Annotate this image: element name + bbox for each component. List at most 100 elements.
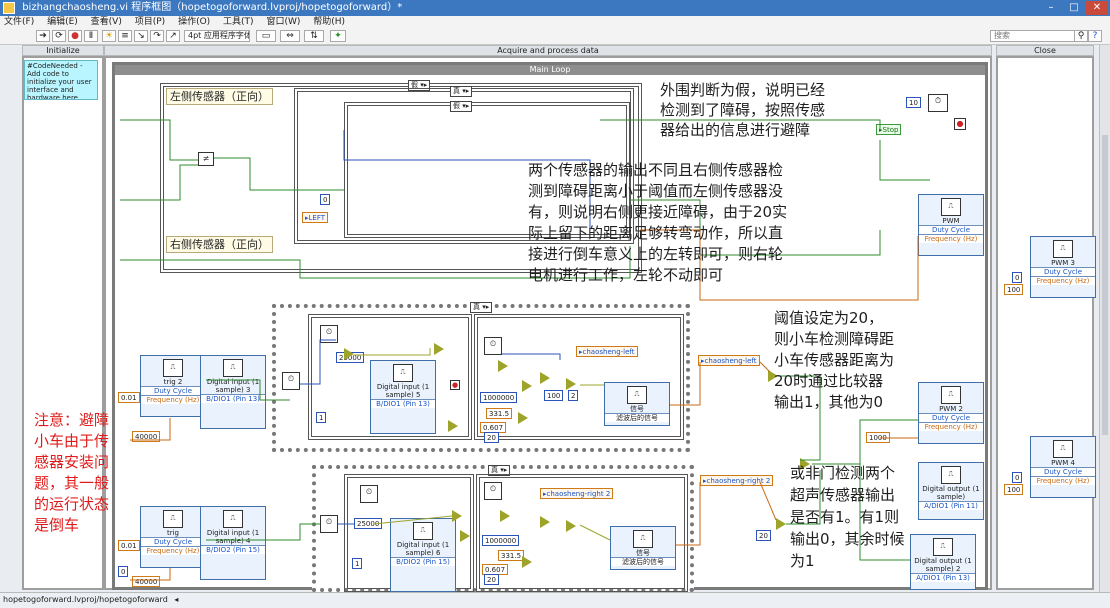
minimize-button[interactable]: – <box>1040 1 1062 15</box>
pause-icon[interactable]: Ⅱ <box>84 30 98 42</box>
chaosheng-left-local-2[interactable]: ▸chaosheng-left <box>698 355 760 366</box>
trig-express-vi[interactable]: ⎍ trig Duty Cycle Frequency (Hz) <box>140 506 206 568</box>
digital-output-2-icon: ⎍ <box>933 538 953 556</box>
digital-input-6-express-vi[interactable]: ⎍ Digital input (1 sample) 6 B/DIO2 (Pin… <box>390 518 456 592</box>
step-out-icon[interactable]: ↗ <box>166 30 180 42</box>
constant-pwm3-zero[interactable]: 0 <box>1012 272 1023 283</box>
cleanup-diagram-icon[interactable]: ✦ <box>330 30 346 42</box>
constant-100[interactable]: 100 <box>544 390 564 401</box>
filter-express-vi-1[interactable]: ⎍ 信号 滤波后的信号 <box>604 382 670 426</box>
constant-25000-b[interactable]: 25000 <box>354 518 383 529</box>
menu-window[interactable]: 窗口(W) <box>266 17 300 27</box>
menu-operate[interactable]: 操作(O) <box>178 17 210 27</box>
constant-pwm4-zero[interactable]: 0 <box>1012 472 1023 483</box>
constant-zero-left[interactable]: 0 <box>320 194 331 205</box>
close-window-button[interactable]: ✕ <box>1086 1 1108 15</box>
window-title: bizhangchaosheng.vi 程序框图（hopetogoforward… <box>22 2 403 13</box>
font-select[interactable]: 4pt 应用程序字体 <box>184 30 250 42</box>
constant-2[interactable]: 2 <box>568 390 579 401</box>
pwm3-duty-cycle: Duty Cycle <box>1031 267 1095 276</box>
digital-output-express-vi[interactable]: ⎍ Digital output (1 sample) A/DIO1 (Pin … <box>918 462 984 520</box>
filter-express-vi-2[interactable]: ⎍ 信号 滤波后的信号 <box>610 526 676 570</box>
constant-20-a[interactable]: 20 <box>484 432 499 443</box>
status-scroll-left-icon[interactable]: ◂ <box>174 595 178 604</box>
constant-40000-a[interactable]: 40000 <box>132 431 161 442</box>
digital-input-3-pin: B/DIO1 (Pin 13) <box>201 394 265 403</box>
step-into-icon[interactable]: ↘ <box>134 30 148 42</box>
pwm3-express-vi[interactable]: ⎍ PWM 3 Duty Cycle Frequency (Hz) <box>1030 236 1096 298</box>
compare-node-a <box>344 348 354 360</box>
pwm-icon: ⎍ <box>941 198 961 216</box>
chaosheng-right-local[interactable]: ▸chaosheng-right 2 <box>540 488 614 499</box>
case-selector-true[interactable]: 真 ▾▸ <box>450 86 473 97</box>
abort-icon[interactable]: ● <box>68 30 82 42</box>
help-icon[interactable]: ? <box>1088 30 1102 42</box>
digital-input-3-express-vi[interactable]: ⎍ Digital input (1 sample) 3 B/DIO1 (Pin… <box>200 355 266 429</box>
annotation-threshold-line-4: 20时通过比较器 <box>774 372 884 390</box>
menu-project[interactable]: 项目(P) <box>135 17 165 27</box>
stop-local-variable[interactable]: ▸Stop <box>876 124 902 135</box>
constant-001-a[interactable]: 0.01 <box>118 392 140 403</box>
digital-input-3-title: Digital input (1 sample) 3 <box>206 378 260 394</box>
trig2-express-vi[interactable]: ⎍ trig 2 Duty Cycle Frequency (Hz) <box>140 355 206 417</box>
run-arrow-icon[interactable]: ➔ <box>36 30 50 42</box>
constant-zero-seq[interactable]: 0 <box>118 566 129 577</box>
align-objects-icon[interactable]: ▭ <box>256 30 276 42</box>
constant-20-b[interactable]: 20 <box>484 574 499 585</box>
pwm-express-vi[interactable]: ⎍ PWM Duty Cycle Frequency (Hz) <box>918 194 984 256</box>
pwm4-icon: ⎍ <box>1053 440 1073 458</box>
maximize-button[interactable]: □ <box>1063 1 1085 15</box>
menu-help[interactable]: 帮助(H) <box>313 17 345 27</box>
trig2-icon: ⎍ <box>163 359 183 377</box>
menu-tools[interactable]: 工具(T) <box>223 17 254 27</box>
constant-1000000-a[interactable]: 1000000 <box>480 392 518 403</box>
pwm2-express-vi[interactable]: ⎍ PWM 2 Duty Cycle Frequency (Hz) <box>918 382 984 444</box>
trig-duty-cycle: Duty Cycle <box>141 537 205 546</box>
constant-001-b[interactable]: 0.01 <box>118 540 140 551</box>
search-icon[interactable]: ⚲ <box>1074 30 1088 42</box>
retain-wire-values-icon[interactable]: ≡ <box>118 30 132 42</box>
left-local-variable[interactable]: ▸LEFT <box>302 212 329 223</box>
constant-ten[interactable]: 10 <box>906 97 921 108</box>
stop-local-variable-label: Stop <box>882 126 899 134</box>
constant-1-a[interactable]: 1 <box>316 412 327 423</box>
constant-1000[interactable]: 1000 <box>866 432 890 443</box>
menu-file[interactable]: 文件(F) <box>4 17 34 27</box>
annotation-outer-false: 外围判断为假，说明已经 检测到了障碍，按照传感 器给出的信息进行避障 <box>660 80 825 140</box>
divide-node-a <box>540 372 550 384</box>
digital-input-4-pin: B/DIO2 (Pin 15) <box>201 545 265 554</box>
chaosheng-left-local[interactable]: ▸chaosheng-left <box>576 346 638 357</box>
step-over-icon[interactable]: ↷ <box>150 30 164 42</box>
reorder-icon[interactable]: ⇅ <box>304 30 324 42</box>
distribute-objects-icon[interactable]: ⇔ <box>280 30 300 42</box>
left-local-variable-label: LEFT <box>308 214 326 222</box>
chaosheng-right-local-2[interactable]: ▸chaosheng-right 2 <box>700 475 774 486</box>
annotation-note-red-line-1: 注意：避障 <box>34 411 110 429</box>
menu-view[interactable]: 查看(V) <box>91 17 122 27</box>
highlight-execution-icon[interactable]: ☀ <box>102 30 116 42</box>
constant-3315-b[interactable]: 331.5 <box>498 550 525 561</box>
run-continuously-icon[interactable]: ⟳ <box>52 30 66 42</box>
multiply-node-d <box>500 510 510 522</box>
digital-input-4-express-vi[interactable]: ⎍ Digital input (1 sample) 4 B/DIO2 (Pin… <box>200 506 266 580</box>
constant-40000-b[interactable]: 40000 <box>132 576 161 587</box>
pwm4-express-vi[interactable]: ⎍ PWM 4 Duty Cycle Frequency (Hz) <box>1030 436 1096 498</box>
constant-pwm3-100[interactable]: 100 <box>1004 284 1024 295</box>
vertical-scrollbar-thumb[interactable] <box>1102 135 1108 435</box>
digital-input-5-express-vi[interactable]: ⎍ Digital input (1 sample) 5 B/DIO1 (Pin… <box>370 360 436 434</box>
case-selector-seq-true[interactable]: 真 ▾▸ <box>470 302 493 313</box>
constant-3315-a[interactable]: 331.5 <box>486 408 513 419</box>
case-selector-false-2[interactable]: 假 ▾▸ <box>450 101 473 112</box>
constant-1000000-b[interactable]: 1000000 <box>482 535 520 546</box>
menu-edit[interactable]: 编辑(E) <box>47 17 78 27</box>
main-loop-title: Main Loop <box>115 65 985 75</box>
constant-pwm4-100[interactable]: 100 <box>1004 484 1024 495</box>
digital-output-2-express-vi[interactable]: ⎍ Digital output (1 sample) 2 A/DIO1 (Pi… <box>910 534 976 590</box>
filter-2-output: 滤波后的信号 <box>611 557 675 566</box>
annotation-note-red-line-6: 是倒车 <box>34 516 80 534</box>
constant-1-b[interactable]: 1 <box>352 558 363 569</box>
constant-20-right[interactable]: 20 <box>756 530 771 541</box>
digital-output-2-pin: A/DIO1 (Pin 13) <box>911 573 975 582</box>
vertical-scrollbar[interactable] <box>1099 45 1110 592</box>
compare-node-c <box>448 420 458 432</box>
